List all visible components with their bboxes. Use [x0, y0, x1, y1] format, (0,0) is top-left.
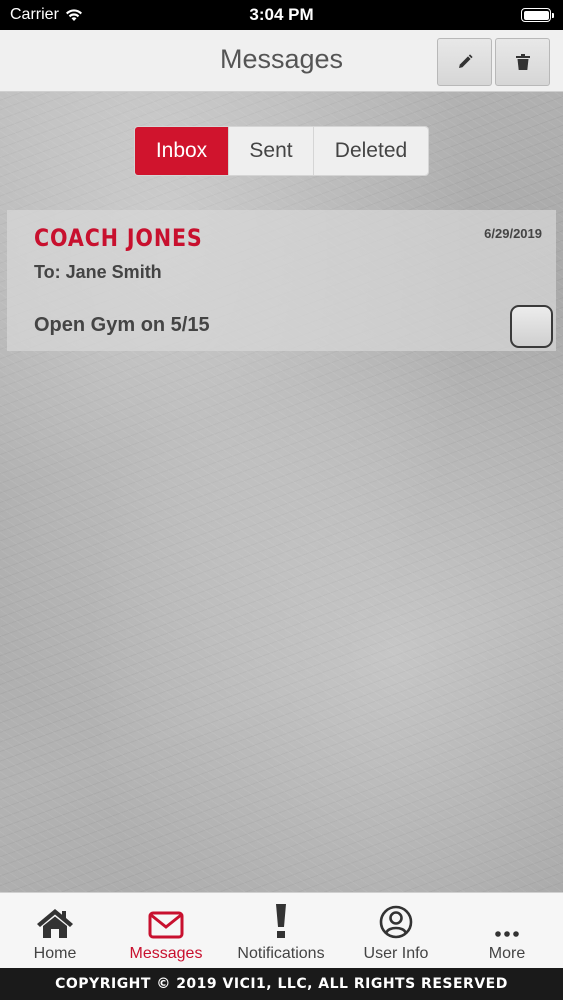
message-list-area: Inbox Sent Deleted COACH JONES 6/29/2019…: [0, 92, 563, 892]
pencil-icon: [458, 54, 473, 68]
copyright-footer: COPYRIGHT © 2019 VICI1, LLC, ALL RIGHTS …: [0, 968, 563, 1000]
mailbox-segmented-control: Inbox Sent Deleted: [134, 126, 429, 176]
tab-messages-label: Messages: [129, 945, 203, 962]
more-dots-icon: [495, 931, 519, 937]
segment-sent[interactable]: Sent: [229, 127, 314, 175]
message-sender: COACH JONES: [34, 224, 203, 252]
message-select-checkbox[interactable]: [510, 305, 553, 348]
tab-more-label: More: [488, 945, 526, 962]
message-date: 6/29/2019: [484, 226, 542, 241]
message-item[interactable]: COACH JONES 6/29/2019 To: Jane Smith Ope…: [7, 210, 556, 351]
tab-home[interactable]: Home: [15, 893, 95, 969]
home-icon: [37, 909, 73, 938]
status-bar: Carrier 3:04 PM: [0, 0, 563, 30]
navigation-bar: Messages: [0, 30, 563, 92]
battery-icon: [521, 8, 554, 22]
segment-deleted[interactable]: Deleted: [314, 127, 428, 175]
message-subject: Open Gym on 5/15: [34, 314, 210, 336]
tab-home-label: Home: [33, 945, 77, 962]
tab-user-info-label: User Info: [363, 945, 429, 962]
tab-bar: Home Messages Notifications User Info Mo…: [0, 892, 563, 968]
trash-icon: [515, 54, 530, 70]
tab-more[interactable]: More: [467, 893, 547, 969]
segment-inbox[interactable]: Inbox: [135, 127, 229, 175]
delete-button[interactable]: [495, 38, 550, 86]
compose-button[interactable]: [437, 38, 492, 86]
tab-messages[interactable]: Messages: [121, 893, 211, 969]
user-icon: [379, 905, 413, 939]
exclamation-icon: [276, 904, 286, 938]
tab-notifications[interactable]: Notifications: [231, 893, 331, 969]
tab-user-info[interactable]: User Info: [356, 893, 436, 969]
message-recipient: To: Jane Smith: [34, 262, 162, 282]
tab-notifications-label: Notifications: [237, 945, 325, 962]
status-time: 3:04 PM: [249, 5, 314, 24]
envelope-icon: [148, 911, 184, 939]
